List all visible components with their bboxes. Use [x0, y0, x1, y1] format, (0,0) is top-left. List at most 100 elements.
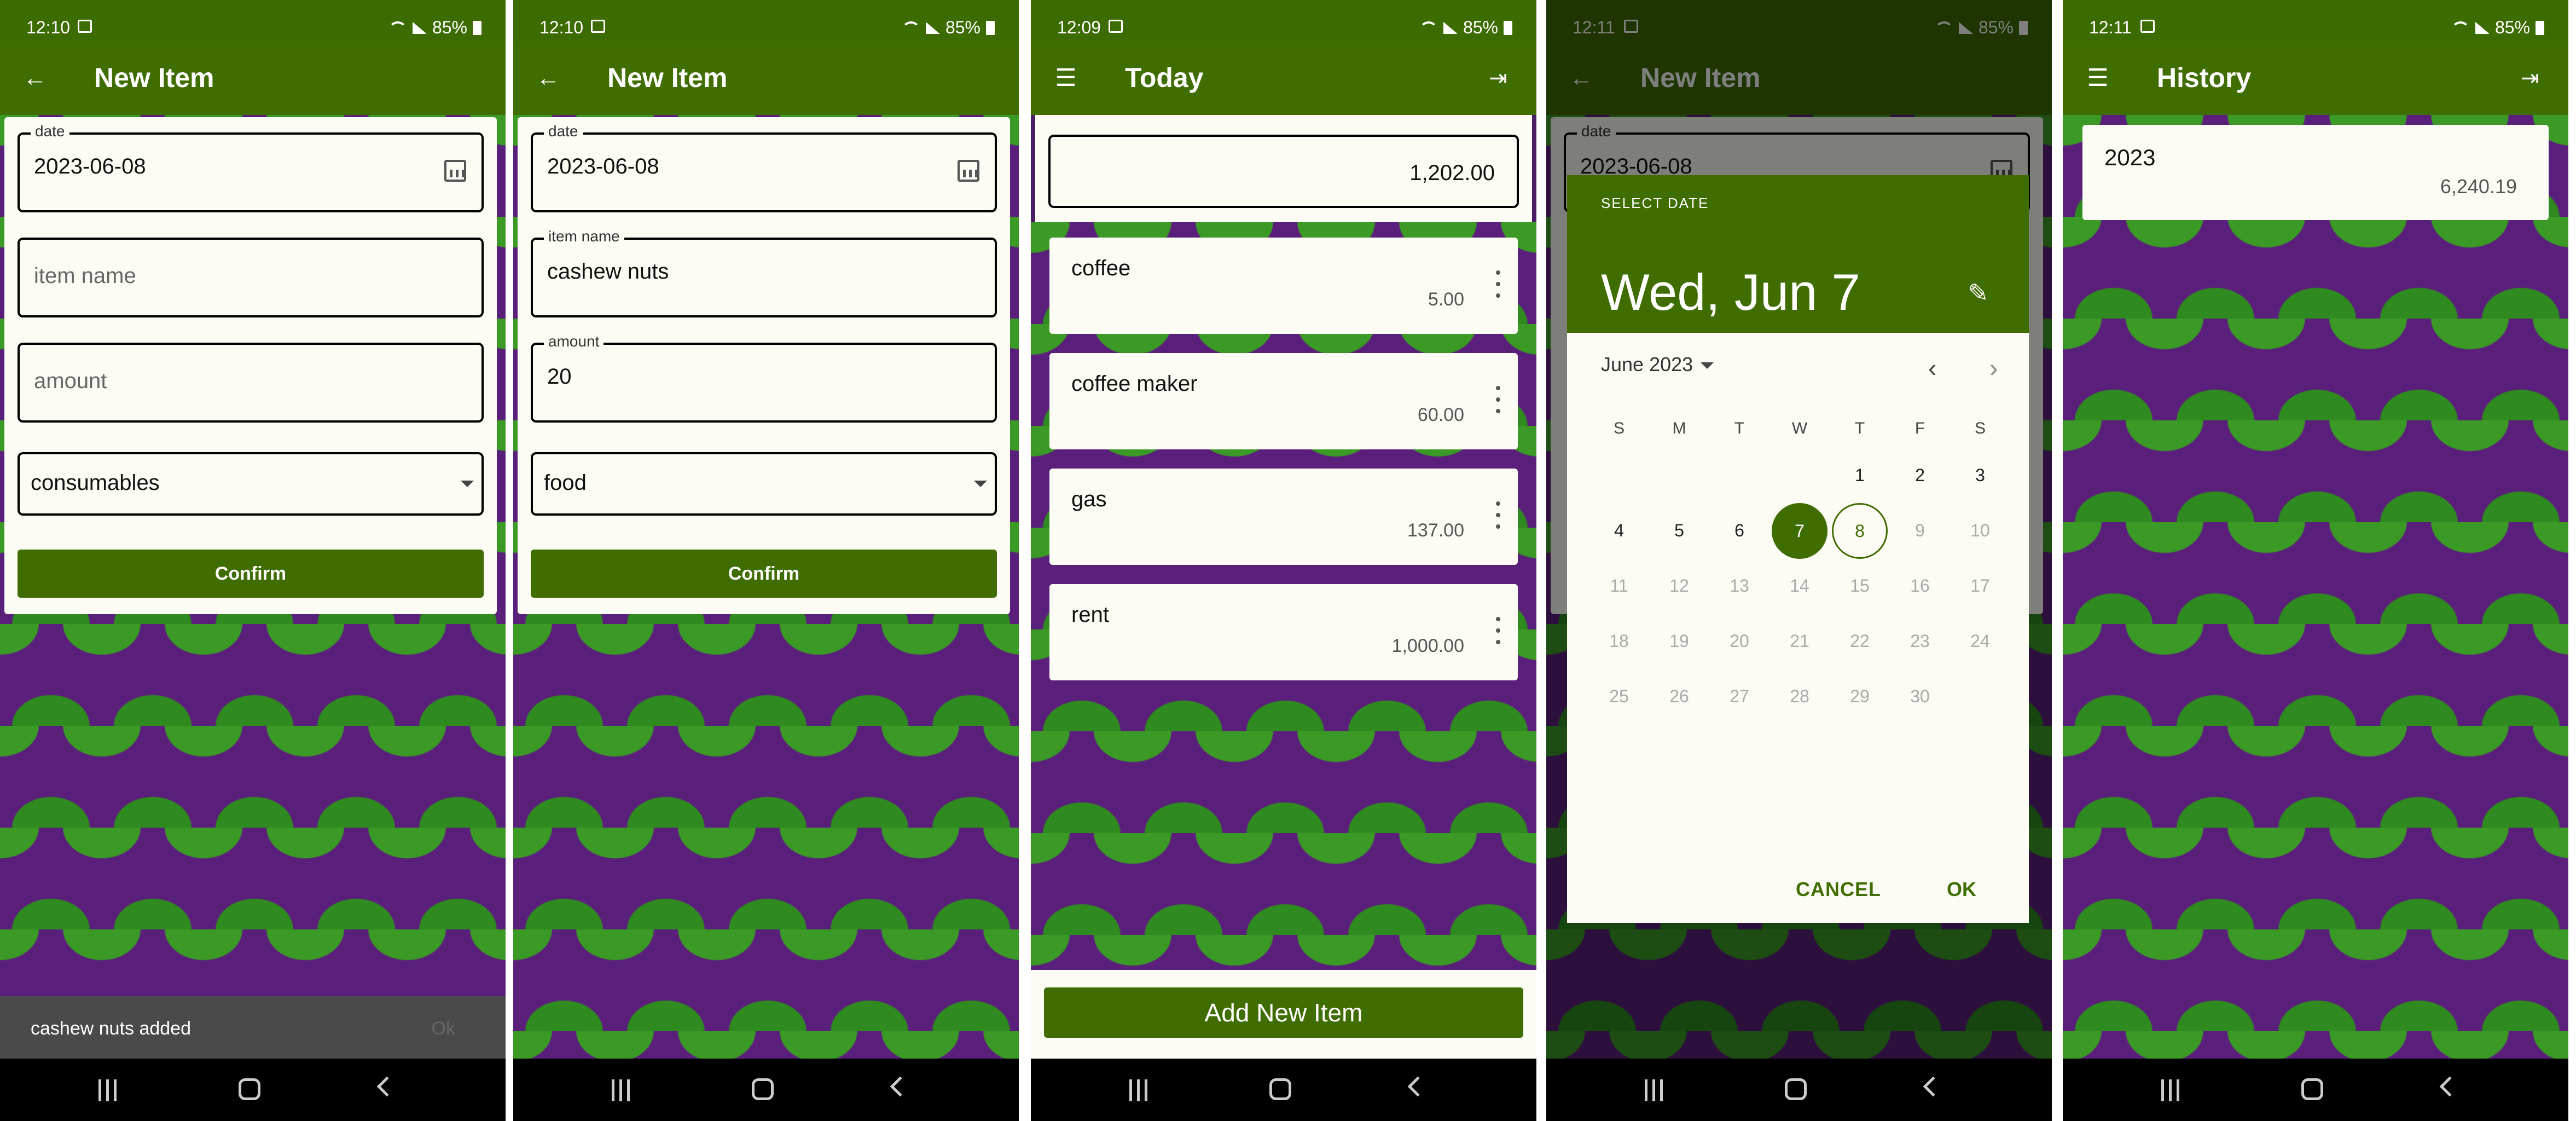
recents-icon[interactable]	[1645, 1079, 1667, 1101]
date-value: 2023-06-08	[547, 154, 659, 178]
item-name-field[interactable]: item name	[18, 238, 484, 317]
screen-new-item-empty: 12:10 85% ← New Item date 2023-06-08 ite…	[0, 0, 506, 1121]
calendar-icon[interactable]	[444, 160, 466, 182]
home-icon[interactable]	[1269, 1078, 1291, 1100]
category-select[interactable]: food	[531, 452, 997, 516]
category-value: food	[544, 471, 587, 495]
status-bar: 12:10 85%	[513, 0, 1019, 41]
status-bar: 12:10 85%	[0, 0, 506, 41]
image-notification-icon	[78, 20, 92, 33]
recents-icon[interactable]	[2161, 1079, 2183, 1101]
history-year-card[interactable]: 2023 6,240.19	[2082, 125, 2549, 220]
edit-icon[interactable]: ✎	[1968, 279, 1995, 307]
total-field: 1,202.00	[1048, 135, 1519, 208]
more-vert-icon[interactable]	[1492, 501, 1505, 529]
list-item[interactable]: rent 1,000.00	[1049, 584, 1518, 680]
calendar-day-disabled: 16	[1910, 576, 1930, 596]
back-arrow-icon[interactable]: ←	[535, 65, 561, 91]
wifi-icon	[388, 21, 407, 34]
chevron-right-icon[interactable]: ›	[1989, 353, 1998, 383]
dropdown-caret-icon	[461, 481, 474, 487]
calendar-day-disabled: 24	[1970, 631, 1990, 651]
calendar-day[interactable]: 5	[1649, 503, 1709, 558]
more-vert-icon[interactable]	[1492, 386, 1505, 413]
more-vert-icon[interactable]	[1492, 270, 1505, 298]
calendar-day-disabled: 18	[1609, 631, 1629, 651]
cancel-button[interactable]: CANCEL	[1796, 878, 1881, 901]
wifi-icon	[901, 21, 920, 34]
home-icon[interactable]	[2301, 1078, 2323, 1100]
amount-field[interactable]: amount	[18, 343, 484, 423]
calendar-day[interactable]: 2	[1890, 448, 1950, 503]
weekday-label: M	[1672, 419, 1686, 437]
logout-icon[interactable]: ⇥	[2517, 65, 2543, 91]
history-year: 2023	[2104, 145, 2156, 170]
image-notification-icon	[2140, 20, 2155, 33]
confirm-button[interactable]: Confirm	[18, 550, 484, 598]
list-item[interactable]: gas 137.00	[1049, 469, 1518, 565]
screen-today: 12:09 85% ☰ Today ⇥ 1,202.00 coffee 5.00…	[1031, 0, 1536, 1121]
calendar-day-disabled: 13	[1730, 576, 1749, 596]
calendar-day[interactable]: 4	[1589, 503, 1649, 558]
category-select[interactable]: consumables	[18, 452, 484, 516]
more-vert-icon[interactable]	[1492, 617, 1505, 644]
menu-icon[interactable]: ☰	[2085, 65, 2111, 91]
signal-icon	[2475, 21, 2490, 34]
add-new-item-button[interactable]: Add New Item	[1044, 987, 1523, 1038]
item-name-placeholder: item name	[34, 264, 136, 288]
calendar-day-selected[interactable]: 7	[1769, 503, 1830, 559]
dropdown-caret-icon	[1701, 362, 1714, 369]
item-name: rent	[1071, 603, 1109, 627]
ok-button[interactable]: OK	[1947, 878, 1976, 901]
recents-icon[interactable]	[98, 1079, 120, 1101]
wifi-icon	[1419, 21, 1438, 34]
system-back-icon[interactable]	[1407, 1076, 1428, 1097]
battery-icon	[1504, 20, 1512, 35]
calendar-day[interactable]: 1	[1830, 448, 1890, 503]
calendar-icon[interactable]	[958, 160, 979, 182]
app-bar: ← New Item	[0, 41, 506, 115]
signal-icon	[925, 21, 940, 34]
calendar-day[interactable]: 3	[1950, 448, 2010, 503]
system-back-icon[interactable]	[1923, 1076, 1943, 1097]
snackbar: cashew nuts added Ok	[0, 996, 506, 1059]
home-icon[interactable]	[239, 1078, 260, 1100]
item-name-field[interactable]: item name cashew nuts	[531, 228, 997, 317]
calendar-day-disabled: 15	[1850, 576, 1870, 596]
system-back-icon[interactable]	[890, 1076, 910, 1097]
home-icon[interactable]	[752, 1078, 774, 1100]
calendar-day-disabled: 27	[1730, 686, 1749, 706]
logout-icon[interactable]: ⇥	[1485, 65, 1511, 91]
page-title: Today	[1125, 62, 1204, 93]
month-year-selector[interactable]: June 2023	[1601, 353, 1714, 376]
recents-icon[interactable]	[612, 1079, 634, 1101]
wifi-icon	[2451, 21, 2470, 34]
calendar-day-disabled: 28	[1790, 686, 1809, 706]
date-field[interactable]: date 2023-06-08	[531, 123, 997, 212]
weekday-label: S	[1613, 419, 1624, 437]
calendar-day[interactable]: 6	[1709, 503, 1769, 558]
system-back-icon[interactable]	[2439, 1076, 2460, 1097]
snackbar-ok-button[interactable]: Ok	[432, 1018, 455, 1039]
image-notification-icon	[1109, 20, 1123, 33]
recents-icon[interactable]	[1129, 1079, 1151, 1101]
app-bar: ☰ Today ⇥	[1031, 41, 1536, 115]
list-item[interactable]: coffee 5.00	[1049, 238, 1518, 334]
battery-level: 85%	[1463, 18, 1498, 37]
list-item[interactable]: coffee maker 60.00	[1049, 353, 1518, 449]
calendar-day-today[interactable]: 8	[1830, 503, 1890, 559]
home-icon[interactable]	[1785, 1078, 1807, 1100]
chevron-left-icon[interactable]: ‹	[1928, 353, 1936, 383]
calendar-day-disabled: 9	[1915, 521, 1925, 540]
system-back-icon[interactable]	[376, 1076, 397, 1097]
confirm-button[interactable]: Confirm	[531, 550, 997, 598]
status-bar: 12:11 85%	[2063, 0, 2568, 41]
date-field[interactable]: date 2023-06-08	[18, 123, 484, 212]
amount-placeholder: amount	[34, 369, 107, 393]
back-arrow-icon[interactable]: ←	[22, 65, 48, 91]
calendar-empty-cell	[1589, 448, 1649, 503]
calendar-day-disabled: 29	[1850, 686, 1870, 706]
new-item-form: date 2023-06-08 item name amount consuma…	[4, 117, 497, 614]
menu-icon[interactable]: ☰	[1053, 65, 1079, 91]
amount-field[interactable]: amount 20	[531, 333, 997, 423]
